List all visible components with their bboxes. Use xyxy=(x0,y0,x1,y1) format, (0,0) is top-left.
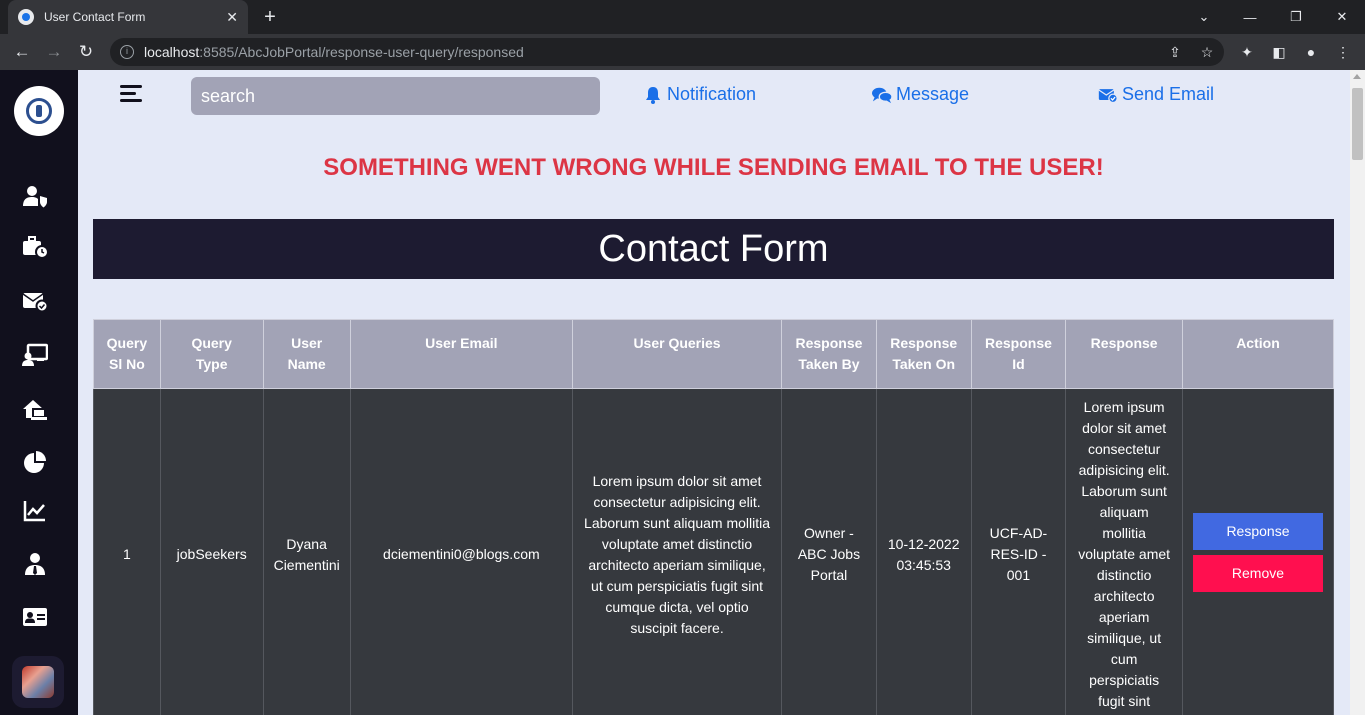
restore-icon[interactable]: ❐ xyxy=(1273,0,1319,34)
header-query-sl-no: Query Sl No xyxy=(93,319,161,389)
site-info-icon[interactable]: i xyxy=(120,45,134,59)
contact-form-table: Query Sl No Query Type User Name User Email… xyxy=(93,319,1335,715)
header-response-taken-on: Response Taken On xyxy=(875,319,972,389)
forward-icon[interactable]: → xyxy=(42,40,66,64)
new-tab-icon[interactable]: + xyxy=(258,5,282,29)
message-link[interactable]: Message xyxy=(872,84,969,105)
remove-button[interactable]: Remove xyxy=(1192,554,1323,592)
header-user-email: User Email xyxy=(349,319,573,389)
cell-query-type: jobSeekers xyxy=(159,388,264,715)
comments-icon xyxy=(872,87,892,103)
header-response-taken-by: Response Taken By xyxy=(781,319,877,389)
profile-icon[interactable]: ● xyxy=(1301,42,1321,62)
cell-sl-no: 1 xyxy=(93,388,161,715)
url-host: localhost xyxy=(144,44,200,60)
bell-icon xyxy=(646,86,660,104)
reload-icon[interactable]: ↻ xyxy=(74,40,98,64)
user-tie-icon[interactable] xyxy=(22,552,48,576)
house-laptop-icon[interactable] xyxy=(22,398,48,422)
tab-search-icon[interactable]: ⌄ xyxy=(1181,0,1227,34)
send-email-label: Send Email xyxy=(1122,84,1215,104)
back-icon[interactable]: ← xyxy=(10,40,34,64)
minimize-icon[interactable]: — xyxy=(1227,0,1273,34)
cell-action: Response Remove xyxy=(1181,388,1335,715)
share-icon[interactable]: ⇪ xyxy=(1165,42,1185,62)
cell-response: Lorem ipsum dolor sit amet consectetur a… xyxy=(1065,388,1183,715)
bookmark-star-icon[interactable]: ☆ xyxy=(1197,42,1217,62)
briefcase-clock-icon[interactable] xyxy=(22,235,49,259)
send-email-link[interactable]: Send Email xyxy=(1098,84,1214,105)
message-label: Message xyxy=(896,84,970,104)
header-response-id: Response Id xyxy=(970,319,1067,389)
page-scrollbar[interactable] xyxy=(1350,70,1365,715)
favicon-icon xyxy=(18,9,34,25)
cell-user-name: Dyana Ciementini xyxy=(262,388,351,715)
cell-user-email: dciementini0@blogs.com xyxy=(349,388,573,715)
chart-pie-icon[interactable] xyxy=(22,450,48,474)
close-tab-icon[interactable]: ✕ xyxy=(226,9,238,26)
cell-taken-on: 10-12-2022 03:45:53 xyxy=(875,388,972,715)
header-query-type: Query Type xyxy=(159,319,264,389)
cell-response-id: UCF-AD-RES-ID - 001 xyxy=(970,388,1067,715)
scrollbar-thumb[interactable] xyxy=(1352,88,1363,160)
browser-tab[interactable]: User Contact Form ✕ xyxy=(8,0,248,34)
header-user-queries: User Queries xyxy=(571,319,783,389)
sidebar xyxy=(0,70,78,715)
response-button[interactable]: Response xyxy=(1192,512,1323,550)
cell-user-query: Lorem ipsum dolor sit amet consectetur a… xyxy=(571,388,783,715)
scroll-up-icon[interactable] xyxy=(1353,74,1361,79)
browser-tabbar: User Contact Form ✕ + ⌄ — ❐ ✕ xyxy=(0,0,1365,34)
portal-logo[interactable] xyxy=(14,86,64,136)
id-card-icon[interactable] xyxy=(22,605,48,629)
chart-line-icon[interactable] xyxy=(22,499,48,523)
user-shield-icon[interactable] xyxy=(22,184,48,208)
table-row: 1 jobSeekers Dyana Ciementini dciementin… xyxy=(93,388,1335,715)
menu-dots-icon[interactable]: ⋮ xyxy=(1333,42,1353,62)
search-input[interactable] xyxy=(191,77,600,115)
envelope-check-link-icon xyxy=(1098,88,1118,103)
header-action: Action xyxy=(1181,319,1335,389)
envelope-check-icon[interactable] xyxy=(22,289,49,313)
extensions-icon[interactable]: ✦ xyxy=(1237,42,1257,62)
header-response: Response xyxy=(1065,319,1183,389)
error-alert: SOMETHING WENT WRONG WHILE SENDING EMAIL… xyxy=(323,154,1104,181)
url-path: :8585/AbcJobPortal/response-user-query/r… xyxy=(199,44,524,60)
window-close-icon[interactable]: ✕ xyxy=(1319,0,1365,34)
avatar xyxy=(22,666,54,698)
address-bar[interactable]: i localhost:8585/AbcJobPortal/response-u… xyxy=(110,38,1224,66)
profile-avatar-box[interactable] xyxy=(12,656,64,708)
chalkboard-user-icon[interactable] xyxy=(22,343,49,367)
tab-title: User Contact Form xyxy=(44,10,146,24)
notification-link[interactable]: Notification xyxy=(643,84,756,105)
menu-toggle-icon[interactable] xyxy=(120,85,142,105)
table-header-row: Query Sl No Query Type User Name User Email… xyxy=(93,319,1335,389)
side-panel-icon[interactable]: ◧ xyxy=(1269,42,1289,62)
header-user-name: User Name xyxy=(262,319,351,389)
browser-toolbar: ← → ↻ i localhost:8585/AbcJobPortal/resp… xyxy=(0,34,1365,70)
page-title: Contact Form xyxy=(93,219,1334,279)
cell-taken-by: Owner - ABC Jobs Portal xyxy=(781,388,877,715)
notification-label: Notification xyxy=(667,84,757,104)
page: Notification Message Send Email SOMETHIN… xyxy=(0,70,1365,715)
